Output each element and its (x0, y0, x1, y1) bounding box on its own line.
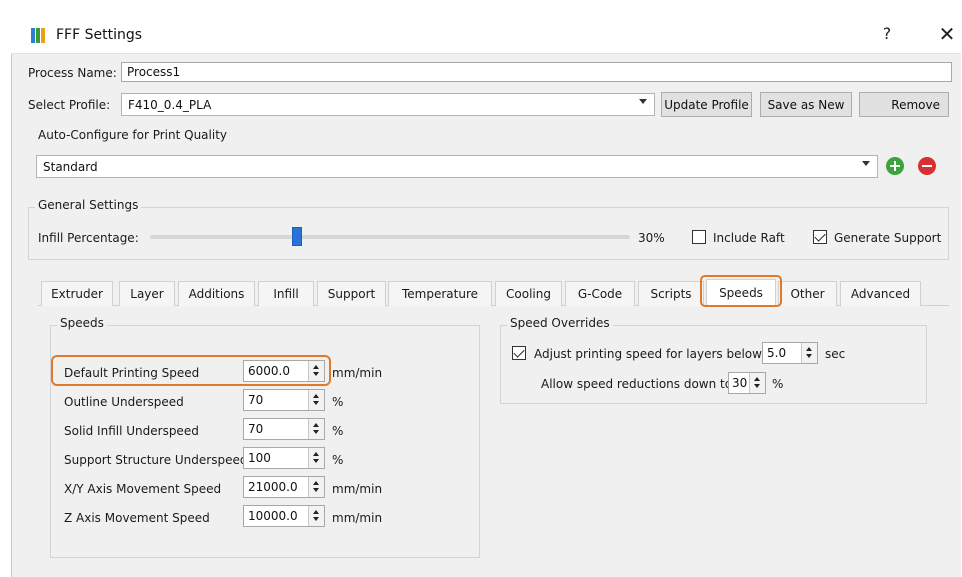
general-settings-group (28, 207, 949, 260)
update-profile-button[interactable]: Update Profile (661, 92, 752, 117)
tab-temperature[interactable]: Temperature (388, 281, 492, 306)
chevron-down-icon (862, 161, 870, 166)
process-name-label: Process Name: (28, 66, 117, 80)
window-title: FFF Settings (56, 27, 143, 43)
solid-infill-underspeed-unit: % (332, 424, 344, 438)
z-axis-movement-speed-input[interactable] (244, 506, 310, 526)
chevron-down-icon (639, 99, 647, 104)
help-icon[interactable]: ? (879, 24, 895, 43)
adjust-speed-label: Adjust printing speed for layers below (534, 347, 762, 361)
infill-percentage-label: Infill Percentage: (38, 231, 139, 245)
solid-infill-underspeed-input[interactable] (244, 419, 310, 439)
include-raft-checkbox[interactable] (692, 230, 706, 244)
generate-support-checkbox[interactable] (813, 230, 827, 244)
stepper-arrows-icon[interactable] (749, 373, 765, 393)
profile-select-value: F410_0.4_PLA (128, 98, 212, 112)
x-y-axis-movement-speed-stepper[interactable] (243, 476, 325, 498)
app-icon (31, 28, 47, 43)
stepper-arrows-icon[interactable] (308, 477, 324, 497)
general-settings-title: General Settings (35, 198, 142, 212)
remove-profile-button[interactable]: Remove (859, 92, 949, 117)
stepper-arrows-icon[interactable] (308, 419, 324, 439)
include-raft-label: Include Raft (713, 231, 785, 245)
adjust-speed-stepper[interactable] (762, 342, 818, 364)
adjust-speed-unit: sec (825, 347, 846, 361)
default-printing-speed-stepper[interactable] (243, 360, 325, 382)
z-axis-movement-speed-unit: mm/min (332, 511, 383, 525)
infill-percentage-value: 30% (638, 231, 665, 245)
solid-infill-underspeed-label: Solid Infill Underspeed (64, 424, 199, 438)
tab-scripts[interactable]: Scripts (638, 281, 704, 306)
title-bar: FFF Settings ? ✕ (11, 8, 961, 54)
allow-reduction-stepper[interactable] (728, 372, 766, 394)
x-y-axis-movement-speed-input[interactable] (244, 477, 310, 497)
tab-g-code[interactable]: G-Code (565, 281, 635, 306)
support-structure-underspeed-unit: % (332, 453, 344, 467)
quality-select-value: Standard (43, 160, 98, 174)
adjust-speed-checkbox[interactable] (512, 346, 526, 360)
outline-underspeed-stepper[interactable] (243, 389, 325, 411)
allow-reduction-label: Allow speed reductions down to (541, 377, 733, 391)
solid-infill-underspeed-stepper[interactable] (243, 418, 325, 440)
default-printing-speed-label: Default Printing Speed (64, 366, 200, 380)
support-structure-underspeed-input[interactable] (244, 448, 310, 468)
infill-slider-handle[interactable] (292, 227, 302, 246)
speed-overrides-title: Speed Overrides (507, 316, 613, 330)
default-printing-speed-input[interactable] (244, 361, 310, 381)
support-structure-underspeed-label: Support Structure Underspeed (64, 453, 248, 467)
x-y-axis-movement-speed-label: X/Y Axis Movement Speed (64, 482, 222, 496)
profile-select[interactable]: F410_0.4_PLA (121, 93, 655, 116)
close-icon[interactable]: ✕ (937, 22, 957, 46)
stepper-arrows-icon[interactable] (801, 343, 817, 363)
stepper-arrows-icon[interactable] (308, 390, 324, 410)
tab-support[interactable]: Support (317, 281, 386, 306)
tab-infill[interactable]: Infill (258, 281, 314, 306)
stepper-arrows-icon[interactable] (308, 506, 324, 526)
save-as-new-button[interactable]: Save as New (760, 92, 852, 117)
speeds-group-title: Speeds (57, 316, 107, 330)
generate-support-label: Generate Support (834, 231, 942, 245)
tab-extruder[interactable]: Extruder (41, 281, 113, 306)
tab-other[interactable]: Other (778, 281, 837, 306)
tab-speeds[interactable]: Speeds (706, 279, 776, 306)
outline-underspeed-unit: % (332, 395, 344, 409)
select-profile-label: Select Profile: (28, 98, 111, 112)
stepper-arrows-icon[interactable] (308, 448, 324, 468)
z-axis-movement-speed-stepper[interactable] (243, 505, 325, 527)
stepper-arrows-icon[interactable] (308, 361, 324, 381)
add-quality-button[interactable] (886, 157, 904, 175)
minus-icon (922, 165, 932, 167)
auto-configure-title: Auto-Configure for Print Quality (38, 128, 227, 142)
outline-underspeed-input[interactable] (244, 390, 310, 410)
tab-advanced[interactable]: Advanced (840, 281, 921, 306)
tab-cooling[interactable]: Cooling (495, 281, 562, 306)
quality-select[interactable]: Standard (36, 155, 878, 178)
adjust-speed-input[interactable] (763, 343, 805, 363)
allow-reduction-unit: % (772, 377, 784, 391)
process-name-input[interactable] (121, 62, 952, 82)
tab-additions[interactable]: Additions (178, 281, 255, 306)
default-printing-speed-unit: mm/min (332, 366, 383, 380)
infill-slider-track[interactable] (150, 235, 630, 239)
outline-underspeed-label: Outline Underspeed (64, 395, 184, 409)
support-structure-underspeed-stepper[interactable] (243, 447, 325, 469)
x-y-axis-movement-speed-unit: mm/min (332, 482, 383, 496)
remove-quality-button[interactable] (918, 157, 936, 175)
checkmark-icon (814, 230, 826, 242)
tab-layer[interactable]: Layer (119, 281, 175, 306)
speed-overrides-group (500, 325, 927, 404)
checkmark-icon (513, 346, 525, 358)
z-axis-movement-speed-label: Z Axis Movement Speed (64, 511, 210, 525)
